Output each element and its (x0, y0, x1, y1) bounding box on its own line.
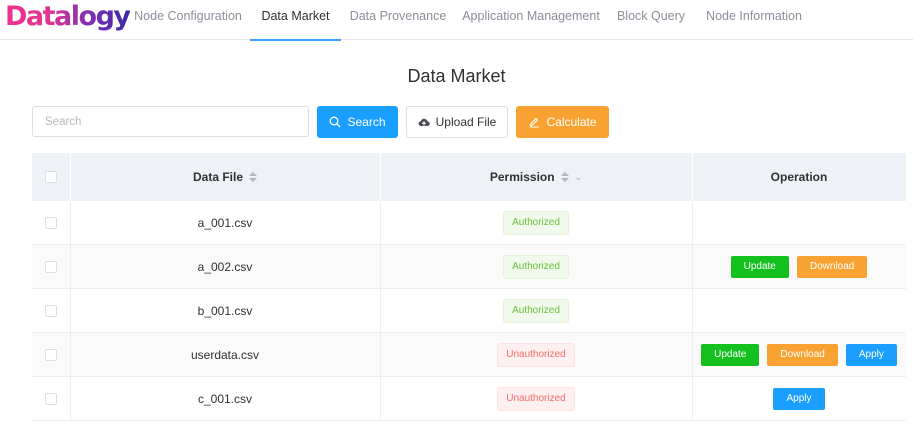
file-name: b_001.csv (197, 304, 253, 318)
row-checkbox[interactable] (45, 217, 57, 229)
row-checkbox[interactable] (45, 349, 57, 361)
table-header: Data File Permission ⌄ Operation (32, 153, 906, 201)
tab-application-management[interactable]: Application Management (459, 0, 603, 40)
download-button[interactable]: Download (767, 344, 838, 366)
table-row: a_002.csv Authorized Update Download (32, 245, 906, 289)
apply-button[interactable]: Apply (845, 344, 897, 366)
status-badge: Unauthorized (497, 343, 575, 367)
datalogy-logo[interactable]: Datalogy (5, 0, 131, 34)
row-checkbox[interactable] (45, 393, 57, 405)
search-input[interactable] (32, 106, 309, 137)
row-select-cell (32, 245, 70, 289)
row-select-cell (32, 333, 70, 377)
upload-file-button[interactable]: Upload File (406, 106, 508, 138)
download-button[interactable]: Download (796, 256, 868, 278)
tab-node-information[interactable]: Node Information (699, 0, 809, 40)
chevron-down-icon[interactable]: ⌄ (575, 172, 583, 183)
tab-node-configuration[interactable]: Node Configuration (128, 0, 248, 40)
top-navigation: Datalogy Node Configuration Data Market … (0, 0, 913, 41)
file-name: a_002.csv (197, 260, 253, 274)
row-checkbox[interactable] (45, 305, 57, 317)
search-button-label: Search (347, 115, 386, 129)
search-button[interactable]: Search (317, 106, 398, 138)
permission-cell: Unauthorized (380, 377, 692, 421)
row-select-cell (32, 201, 70, 245)
file-name: a_001.csv (197, 216, 253, 230)
table-row: b_001.csv Authorized (32, 289, 906, 333)
header-permission-label: Permission (489, 170, 555, 184)
header-data-file[interactable]: Data File (70, 153, 380, 201)
update-button[interactable]: Update (730, 256, 789, 278)
calculate-button-label: Calculate (546, 115, 597, 129)
permission-cell: Unauthorized (380, 333, 692, 377)
cloud-upload-icon (418, 117, 430, 127)
operation-cell (692, 289, 906, 333)
row-checkbox[interactable] (45, 261, 57, 273)
operation-cell: Apply (692, 377, 906, 421)
operation-cell: Update Download Apply (692, 333, 906, 377)
header-permission[interactable]: Permission ⌄ (380, 153, 692, 201)
permission-cell: Authorized (380, 289, 692, 333)
permission-cell: Authorized (380, 201, 692, 245)
file-name: c_001.csv (197, 392, 253, 406)
status-badge: Authorized (503, 211, 569, 235)
page-title: Data Market (407, 66, 506, 86)
calculate-button[interactable]: Calculate (516, 106, 609, 138)
select-all-checkbox[interactable] (45, 171, 57, 183)
header-operation-label: Operation (770, 170, 828, 184)
operation-cell (692, 201, 906, 245)
tab-data-provenance[interactable]: Data Provenance (344, 0, 452, 40)
header-data-file-label: Data File (192, 170, 243, 184)
edit-icon (528, 116, 540, 128)
search-icon (329, 116, 341, 128)
upload-file-button-label: Upload File (435, 115, 497, 129)
status-badge: Authorized (503, 299, 569, 323)
status-badge: Authorized (503, 255, 569, 279)
tab-block-query[interactable]: Block Query (610, 0, 692, 40)
sort-icon[interactable] (249, 172, 257, 182)
row-select-cell (32, 377, 70, 421)
operation-cell: Update Download (692, 245, 906, 289)
permission-cell: Authorized (380, 245, 692, 289)
update-button[interactable]: Update (701, 344, 760, 366)
row-select-cell (32, 289, 70, 333)
header-operation: Operation (692, 153, 906, 201)
table-row: a_001.csv Authorized (32, 201, 906, 245)
sort-icon[interactable] (560, 172, 569, 182)
table-row: userdata.csv Unauthorized Update Downloa… (32, 333, 906, 377)
table-row: c_001.csv Unauthorized Apply (32, 377, 906, 421)
tab-data-market[interactable]: Data Market (250, 0, 341, 41)
apply-button[interactable]: Apply (773, 388, 825, 410)
select-all-cell (32, 153, 70, 201)
status-badge: Unauthorized (497, 387, 575, 411)
file-name: userdata.csv (190, 348, 260, 362)
